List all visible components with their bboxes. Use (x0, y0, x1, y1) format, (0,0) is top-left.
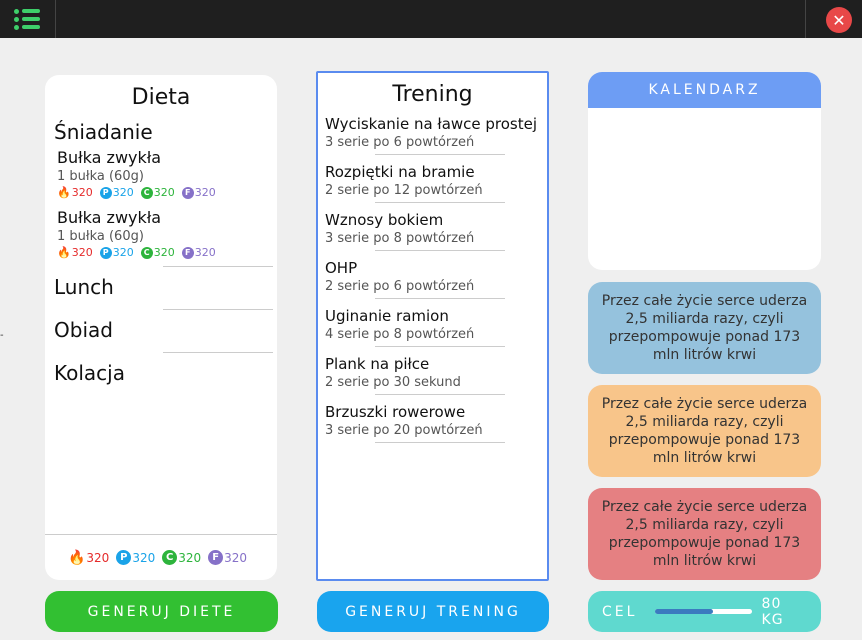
carbs-icon: C (140, 186, 153, 199)
fat-icon: F (181, 186, 194, 199)
exercise-sets: 2 serie po 30 sekund (325, 375, 461, 390)
exercise-name: Wznosy bokiem (325, 211, 444, 229)
food-fat: 320 (194, 186, 216, 199)
title-bar: ✕ (0, 0, 862, 38)
food-carbs: 320 (153, 186, 175, 199)
generate-training-button[interactable]: GENERUJ TRENING (317, 591, 549, 632)
diet-totals: 🔥 320 P 320 C 320 F 320 (45, 534, 277, 580)
food-name: Bułka zwykła (57, 148, 162, 167)
exercise-sets: 4 serie po 8 powtórzeń (325, 327, 475, 342)
food-protein: 320 (112, 246, 134, 259)
food-qty: 1 bułka (60g) (57, 229, 144, 244)
food-protein: 320 (112, 186, 134, 199)
food-fat: 320 (194, 246, 216, 259)
protein-icon: P (116, 550, 132, 565)
close-icon: ✕ (832, 10, 846, 30)
exercise-divider (375, 442, 505, 443)
food-item[interactable]: Bułka zwykła 1 bułka (60g) 🔥 320 P 320 C 320 F 32… (57, 148, 277, 199)
kcal-icon: 🔥 (57, 246, 71, 259)
goal-label: CEL (602, 603, 638, 620)
exercise-list: Wyciskanie na ławce prostej 3 serie po 6 … (318, 115, 547, 443)
meal-heading[interactable]: Śniadanie (54, 120, 277, 144)
exercise-item[interactable]: Rozpiętki na bramie 2 serie po 12 powtórz… (325, 163, 547, 203)
protein-icon: P (99, 246, 112, 259)
exercise-sets: 3 serie po 20 powtórzeń (325, 423, 483, 438)
meal-section: Kolacja (45, 361, 277, 385)
generate-diet-button[interactable]: GENERUJ DIETE (45, 591, 278, 632)
meal-heading[interactable]: Lunch (54, 275, 277, 299)
kcal-icon: 🔥 (67, 549, 86, 566)
meal-heading[interactable]: Kolacja (54, 361, 277, 385)
menu-list-icon (13, 6, 42, 33)
meal-section: Śniadanie Bułka zwykła 1 bułka (60g) 🔥 320 P 3… (45, 120, 277, 267)
food-macros: 🔥 320 P 320 C 320 F 320 (57, 186, 277, 199)
food-name: Bułka zwykła (57, 208, 162, 227)
exercise-sets: 2 serie po 6 powtórzeń (325, 279, 475, 294)
exercise-name: OHP (325, 259, 358, 277)
exercise-item[interactable]: Wznosy bokiem 3 serie po 8 powtórzeń (325, 211, 547, 251)
fact-text: Przez całe życie serce uderza 2,5 miliar… (601, 293, 808, 363)
fact-text: Przez całe życie serce uderza 2,5 miliar… (601, 499, 808, 569)
exercise-name: Rozpiętki na bramie (325, 163, 475, 181)
fact-card-red: Przez całe życie serce uderza 2,5 miliar… (588, 488, 821, 580)
total-kcal: 320 (86, 550, 110, 565)
training-title: Trening (392, 82, 473, 107)
exercise-name: Brzuszki rowerowe (325, 403, 466, 421)
fat-icon: F (208, 550, 224, 565)
meal-divider (163, 309, 273, 310)
meals-list: Śniadanie Bułka zwykła 1 bułka (60g) 🔥 320 P 3… (45, 120, 277, 385)
kcal-icon: 🔥 (57, 186, 71, 199)
meal-section: Lunch (45, 275, 277, 310)
exercise-divider (375, 346, 505, 347)
fact-card-blue: Przez całe życie serce uderza 2,5 miliar… (588, 282, 821, 374)
food-item[interactable]: Bułka zwykła 1 bułka (60g) 🔥 320 P 320 C 320 F 32… (57, 208, 277, 259)
fat-icon: F (181, 246, 194, 259)
edge-mark: - (0, 330, 4, 341)
exercise-divider (375, 394, 505, 395)
exercise-item[interactable]: Brzuszki rowerowe 3 serie po 20 powtórzeń (325, 403, 547, 443)
food-qty: 1 bułka (60g) (57, 169, 144, 184)
goal-bar: CEL 80 KG (588, 591, 821, 632)
exercise-divider (375, 298, 505, 299)
exercise-sets: 3 serie po 8 powtórzeń (325, 231, 475, 246)
meal-divider (163, 352, 273, 353)
goal-progress-track (655, 609, 752, 614)
exercise-item[interactable]: Uginanie ramion 4 serie po 8 powtórzeń (325, 307, 547, 347)
exercise-divider (375, 250, 505, 251)
menu-button[interactable] (0, 0, 56, 38)
exercise-name: Uginanie ramion (325, 307, 449, 325)
total-carbs: 320 (178, 550, 202, 565)
exercise-name: Plank na piłce (325, 355, 430, 373)
meal-divider (163, 266, 273, 267)
close-button[interactable]: ✕ (826, 7, 852, 33)
food-macros: 🔥 320 P 320 C 320 F 320 (57, 246, 277, 259)
food-carbs: 320 (153, 246, 175, 259)
fact-card-orange: Przez całe życie serce uderza 2,5 miliar… (588, 385, 821, 477)
carbs-icon: C (162, 550, 178, 565)
diet-panel: Dieta Śniadanie Bułka zwykła 1 bułka (60g)… (45, 75, 277, 580)
training-panel: Trening Wyciskanie na ławce prostej 3 ser… (316, 71, 549, 581)
carbs-icon: C (140, 246, 153, 259)
total-fat: 320 (224, 550, 248, 565)
exercise-name: Wyciskanie na ławce prostej (325, 115, 538, 133)
calendar-title: KALENDARZ (588, 72, 821, 108)
exercise-divider (375, 202, 505, 203)
total-protein: 320 (132, 550, 156, 565)
exercise-item[interactable]: OHP 2 serie po 6 powtórzeń (325, 259, 547, 299)
food-kcal: 320 (71, 186, 93, 199)
calendar-panel[interactable]: KALENDARZ (588, 72, 821, 270)
goal-value: 80 KG (761, 595, 784, 628)
protein-icon: P (99, 186, 112, 199)
exercise-item[interactable]: Plank na piłce 2 serie po 30 sekund (325, 355, 547, 395)
fact-text: Przez całe życie serce uderza 2,5 miliar… (601, 396, 808, 466)
goal-progress-fill (655, 609, 714, 614)
diet-title: Dieta (131, 85, 191, 110)
exercise-sets: 2 serie po 12 powtórzeń (325, 183, 483, 198)
food-kcal: 320 (71, 246, 93, 259)
exercise-item[interactable]: Wyciskanie na ławce prostej 3 serie po 6 … (325, 115, 547, 155)
exercise-sets: 3 serie po 6 powtórzeń (325, 135, 475, 150)
meal-heading[interactable]: Obiad (54, 318, 277, 342)
meal-section: Obiad (45, 318, 277, 353)
exercise-divider (375, 154, 505, 155)
